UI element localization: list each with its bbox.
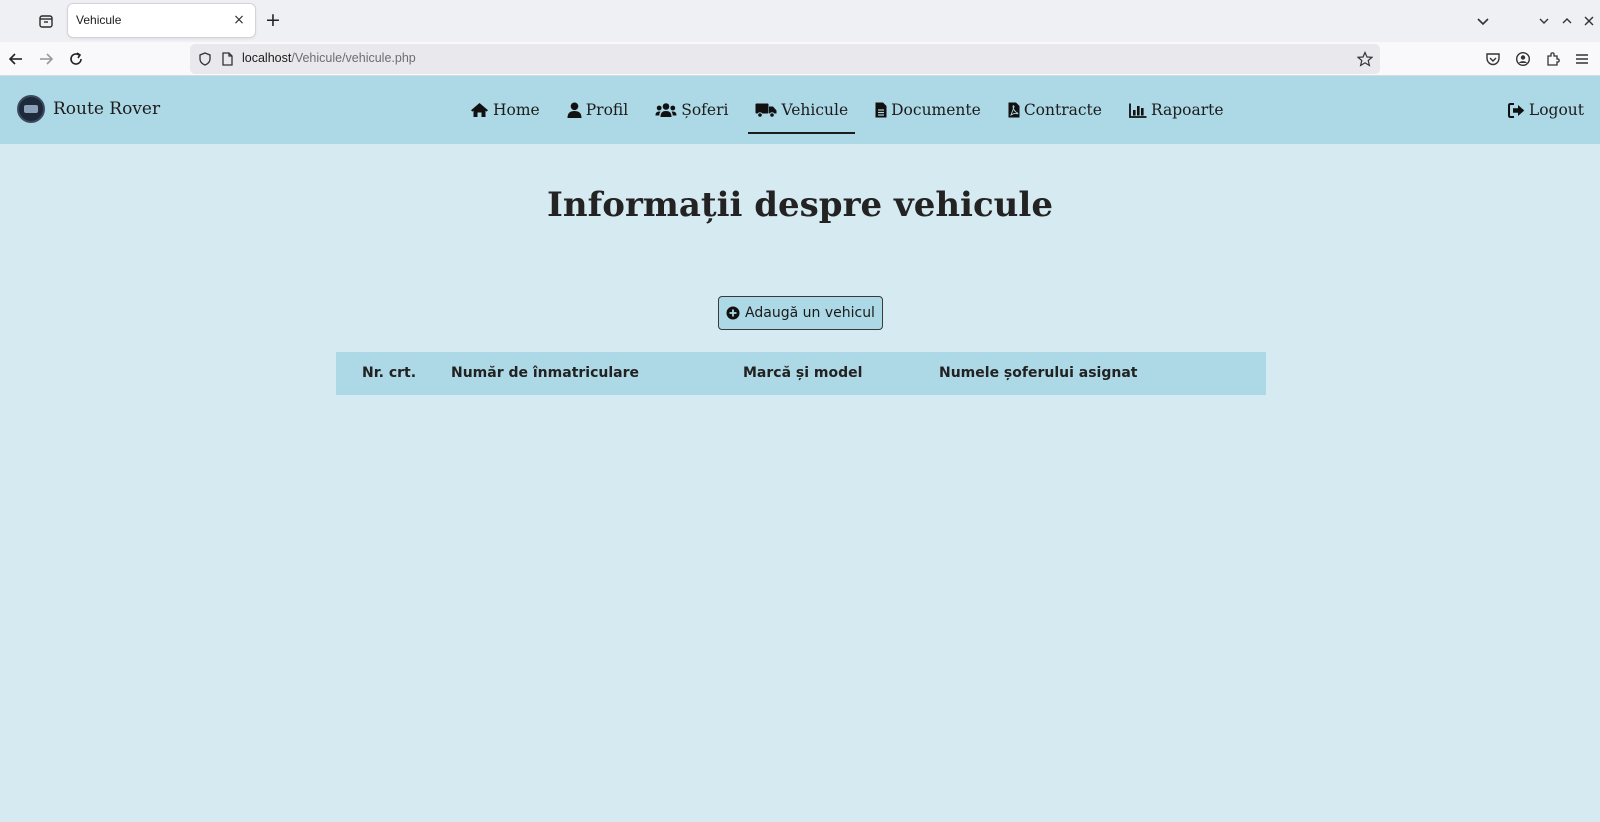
browser-tab-bar: Vehicule × + (0, 0, 1600, 42)
tab-list-icon[interactable] (34, 9, 58, 33)
url-text[interactable]: localhost/Vehicule/vehicule.php (242, 51, 416, 65)
column-header-nr-crt: Nr. crt. (362, 365, 417, 381)
account-icon[interactable] (1511, 47, 1535, 71)
url-host: localhost (242, 51, 292, 65)
add-vehicle-label: Adaugă un vehicul (745, 305, 875, 321)
column-header-assigned-driver: Numele șoferului asignat (939, 365, 1138, 381)
vehicles-table-header: Nr. crt. Număr de înmatriculare Marcă și… (336, 352, 1266, 395)
url-path: /Vehicule/vehicule.php (291, 51, 416, 65)
close-window-icon[interactable] (1578, 10, 1600, 32)
list-all-tabs-icon[interactable] (1472, 10, 1494, 32)
logout-label: Logout (1528, 101, 1584, 119)
menu-hamburger-icon[interactable] (1570, 47, 1594, 71)
user-icon (567, 102, 582, 118)
bookmark-star-icon[interactable] (1356, 50, 1374, 68)
page-info-icon[interactable] (218, 50, 236, 68)
add-vehicle-button[interactable]: Adaugă un vehicul (718, 296, 883, 330)
tab-title: Vehicule (76, 13, 122, 27)
menu-item-documente[interactable]: Documente (875, 76, 981, 144)
menu-item-label: Șoferi (681, 101, 729, 119)
browser-toolbar: localhost/Vehicule/vehicule.php (0, 42, 1600, 76)
browser-tab[interactable]: Vehicule × (68, 4, 255, 37)
back-arrow-icon[interactable] (4, 47, 28, 71)
pdf-file-icon (1008, 102, 1020, 118)
shield-icon[interactable] (196, 50, 214, 68)
home-icon (471, 103, 488, 117)
plus-circle-icon (726, 306, 740, 320)
brand[interactable]: Route Rover (17, 95, 160, 123)
forward-arrow-icon[interactable] (34, 47, 58, 71)
menu-item-profil[interactable]: Profil (567, 76, 628, 144)
column-header-make-model: Marcă și model (743, 365, 863, 381)
menu-item-soferi[interactable]: Șoferi (655, 76, 728, 144)
page-title: Informații despre vehicule (547, 185, 1053, 225)
url-bar[interactable]: localhost/Vehicule/vehicule.php (190, 44, 1380, 74)
reload-icon[interactable] (64, 47, 88, 71)
users-icon (655, 103, 677, 117)
menu-item-contracte[interactable]: Contracte (1008, 76, 1102, 144)
sign-out-icon (1507, 102, 1525, 118)
minimize-icon[interactable] (1533, 10, 1555, 32)
menu-item-label: Profil (585, 101, 629, 119)
menu-item-label: Rapoarte (1150, 101, 1224, 119)
menu-item-rapoarte[interactable]: Rapoarte (1129, 76, 1224, 144)
route-rover-logo (17, 95, 45, 123)
maximize-icon[interactable] (1556, 10, 1578, 32)
brand-name: Route Rover (53, 99, 161, 119)
logout-link[interactable]: Logout (1507, 76, 1584, 144)
pocket-icon[interactable] (1481, 47, 1505, 71)
tab-close-icon[interactable]: × (229, 10, 249, 30)
menu-item-label: Home (493, 101, 540, 119)
menu-item-label: Documente (891, 101, 981, 119)
document-icon (875, 102, 887, 118)
truck-icon (755, 103, 777, 118)
new-tab-button[interactable]: + (262, 9, 284, 31)
menu-item-label: Vehicule (781, 101, 849, 119)
menu-item-home[interactable]: Home (470, 76, 540, 144)
site-header: Route Rover Home Profil Șoferi Vehicule … (0, 76, 1600, 144)
menu-item-vehicule[interactable]: Vehicule (748, 76, 855, 144)
column-header-registration-number: Număr de înmatriculare (451, 365, 639, 381)
extensions-icon[interactable] (1541, 47, 1565, 71)
main-menu: Home Profil Șoferi Vehicule Documente Co… (470, 76, 1251, 144)
menu-item-label: Contracte (1023, 101, 1102, 119)
bar-chart-icon (1129, 103, 1147, 118)
